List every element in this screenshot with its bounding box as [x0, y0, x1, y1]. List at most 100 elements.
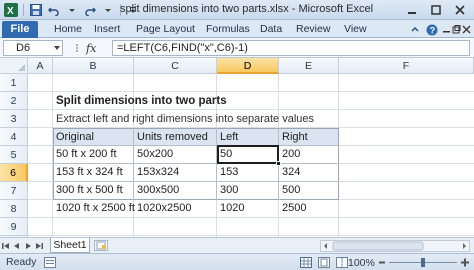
column-header-a[interactable]: A [28, 58, 53, 74]
row-header-8[interactable]: 8 [0, 200, 28, 218]
workbook-restore-icon[interactable] [452, 22, 461, 37]
table-cell[interactable]: 500 [282, 181, 300, 199]
title-bar: X split dimensions into two parts.xlsx -… [0, 0, 474, 20]
table-cell[interactable]: 153 ft x 324 ft [56, 163, 123, 181]
table-cell[interactable]: 1020 ft x 2500 ft [56, 199, 135, 217]
sheet-navigation [2, 240, 43, 252]
table-cell[interactable]: 200 [282, 145, 300, 163]
name-box-value: D6 [16, 42, 31, 54]
next-sheet-icon[interactable] [24, 241, 32, 251]
page-break-view-icon[interactable] [336, 257, 348, 268]
tab-insert[interactable]: Insert [94, 23, 120, 35]
row-header-1[interactable]: 1 [0, 74, 28, 92]
table-divider [133, 128, 134, 200]
maximize-icon [431, 4, 441, 15]
tab-data[interactable]: Data [260, 23, 282, 35]
status-ready: Ready [6, 256, 37, 268]
horizontal-scrollbar[interactable] [320, 240, 470, 252]
table-cell[interactable]: 50 ft x 200 ft [56, 145, 117, 163]
table-header-cell[interactable]: Units removed [137, 128, 208, 146]
undo-icon[interactable] [46, 2, 62, 18]
table-divider [216, 128, 217, 200]
close-icon [455, 4, 465, 15]
formula-bar-grip-icon [76, 44, 78, 52]
table-cell[interactable]: 153 [220, 163, 238, 181]
table-header-cell[interactable]: Right [282, 128, 308, 146]
chevron-down-icon[interactable] [54, 46, 60, 50]
prev-sheet-icon[interactable] [13, 241, 21, 251]
normal-view-icon[interactable] [300, 257, 312, 268]
gridline [28, 217, 474, 218]
undo-dropdown-icon[interactable] [64, 2, 80, 18]
table-cell[interactable]: 300 [220, 181, 238, 199]
row-header-2[interactable]: 2 [0, 92, 28, 110]
tab-home[interactable]: Home [54, 23, 82, 35]
window-title: split dimensions into two parts.xlsx - M… [120, 3, 374, 15]
status-bar: Ready 100% [0, 253, 474, 270]
table-cell[interactable]: 50x200 [137, 145, 173, 163]
ribbon-tabs: File Home Insert Page Layout Formulas Da… [0, 20, 474, 38]
tab-formulas[interactable]: Formulas [206, 23, 250, 35]
sheet-tab-bar: Sheet1 [0, 237, 474, 253]
sheet-subheading: Extract left and right dimensions into s… [56, 113, 315, 125]
row-header-4[interactable]: 4 [0, 128, 28, 146]
fill-handle[interactable] [276, 161, 281, 166]
first-sheet-icon[interactable] [2, 241, 10, 251]
sheet-heading: Split dimensions into two parts [56, 95, 227, 107]
name-box[interactable]: D6 [3, 40, 63, 56]
zoom-level[interactable]: 100% [348, 257, 375, 269]
excel-logo-icon[interactable]: X [3, 2, 19, 18]
formula-bar: D6 fx =LEFT(C6,FIND("x",C6)-1) [0, 38, 474, 58]
column-header-c[interactable]: C [134, 58, 217, 74]
table-cell[interactable]: 300x500 [137, 181, 179, 199]
column-header-e[interactable]: E [279, 58, 339, 74]
select-all-button[interactable] [0, 58, 28, 74]
close-button[interactable] [448, 1, 472, 18]
formula-buttons: fx [68, 40, 108, 56]
row-header-7[interactable]: 7 [0, 182, 28, 200]
column-header-b[interactable]: B [53, 58, 134, 74]
worksheet-grid[interactable]: A B C D E F 1 2 3 4 5 6 7 8 9 10 Split d… [0, 58, 474, 237]
tab-file[interactable]: File [2, 21, 38, 38]
insert-sheet-icon[interactable] [94, 240, 108, 251]
active-cell-cursor[interactable] [217, 145, 279, 164]
formula-input[interactable]: =LEFT(C6,FIND("x",C6)-1) [112, 40, 470, 56]
tab-page-layout[interactable]: Page Layout [136, 23, 195, 35]
table-cell[interactable]: 300 ft x 500 ft [56, 181, 123, 199]
table-cell[interactable]: 1020x2500 [137, 199, 191, 217]
redo-dropdown-icon[interactable] [100, 2, 116, 18]
insert-function-button[interactable]: fx [86, 42, 96, 55]
svg-text:X: X [7, 6, 14, 17]
table-header-cell[interactable]: Left [220, 128, 238, 146]
macro-record-icon[interactable] [44, 257, 56, 268]
workbook-minimize-icon[interactable] [442, 22, 451, 37]
workbook-close-icon[interactable] [462, 22, 471, 37]
page-layout-view-icon[interactable] [318, 257, 330, 268]
zoom-slider-icon[interactable] [378, 257, 469, 268]
minimize-ribbon-icon[interactable] [410, 22, 420, 37]
column-header-d[interactable]: D [217, 58, 279, 74]
table-cell[interactable]: 324 [282, 163, 300, 181]
tab-review[interactable]: Review [296, 23, 330, 35]
row-header-6[interactable]: 6 [0, 164, 28, 182]
table-cell[interactable]: 2500 [282, 199, 306, 217]
row-header-9[interactable]: 9 [0, 218, 28, 236]
redo-icon[interactable] [82, 2, 98, 18]
help-icon[interactable]: ? [426, 22, 438, 37]
sheet-tab-sheet1[interactable]: Sheet1 [50, 238, 90, 253]
maximize-button[interactable] [424, 1, 448, 18]
table-cell[interactable]: 1020 [220, 199, 244, 217]
column-header-f[interactable]: F [339, 58, 474, 74]
minimize-button[interactable] [400, 1, 424, 18]
tab-view[interactable]: View [344, 23, 367, 35]
gridline [28, 235, 474, 236]
svg-text:?: ? [430, 25, 436, 35]
select-all-icon [18, 64, 25, 71]
row-header-5[interactable]: 5 [0, 146, 28, 164]
save-icon[interactable] [28, 2, 44, 18]
last-sheet-icon[interactable] [35, 241, 43, 251]
table-cell[interactable]: 153x324 [137, 163, 179, 181]
row-header-3[interactable]: 3 [0, 110, 28, 128]
qat-separator [23, 4, 24, 16]
table-header-cell[interactable]: Original [56, 128, 94, 146]
